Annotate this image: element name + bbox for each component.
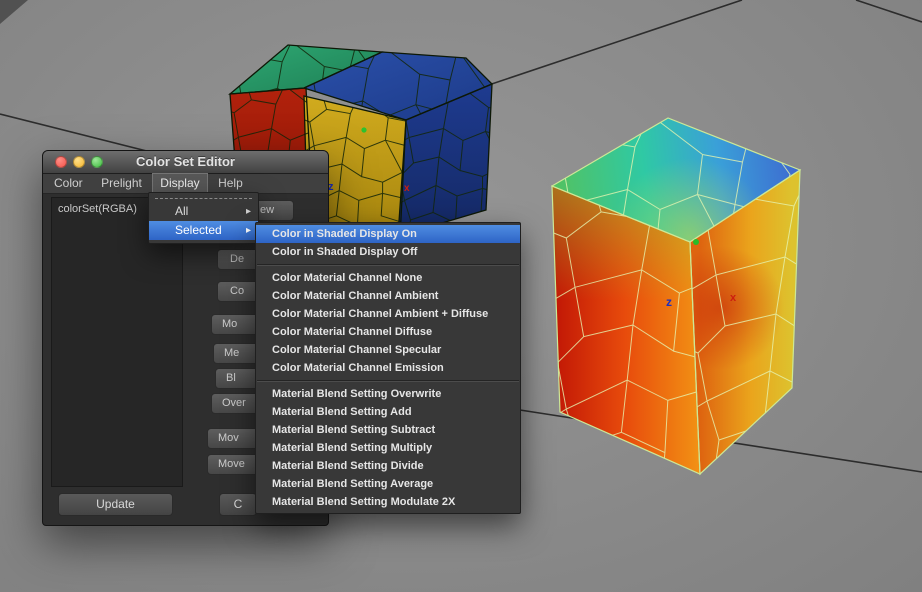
menu-item-blend-subtract[interactable]: Material Blend Setting Subtract	[256, 421, 520, 439]
viewport-corner-shade	[0, 0, 28, 24]
vertex-marker-green	[693, 239, 699, 245]
display-menu-item-all[interactable]: All ▸	[149, 202, 258, 221]
axis-x-marker: x	[730, 292, 737, 304]
menu-item-channel-ambient-diffuse[interactable]: Color Material Channel Ambient + Diffuse	[256, 305, 520, 323]
menu-item-channel-diffuse[interactable]: Color Material Channel Diffuse	[256, 323, 520, 341]
menu-help[interactable]: Help	[211, 174, 250, 193]
menu-separator	[257, 264, 519, 266]
menu-item-blend-overwrite[interactable]: Material Blend Setting Overwrite	[256, 385, 520, 403]
menu-item-color-shaded-display-off[interactable]: Color in Shaded Display Off	[256, 243, 520, 261]
new-button-partial[interactable]: ew	[258, 200, 294, 221]
menu-item-blend-divide[interactable]: Material Blend Setting Divide	[256, 457, 520, 475]
window-title: Color Set Editor	[136, 154, 235, 169]
grid-line	[855, 0, 922, 23]
menu-color[interactable]: Color	[47, 174, 90, 193]
menu-tearoff-handle[interactable]	[155, 198, 252, 199]
close-button-partial[interactable]: C	[219, 493, 257, 516]
window-titlebar[interactable]: Color Set Editor	[43, 151, 328, 174]
update-button[interactable]: Update	[58, 493, 173, 516]
axis-x-marker: x	[404, 183, 410, 194]
menu-item-channel-ambient[interactable]: Color Material Channel Ambient	[256, 287, 520, 305]
axis-z-label: z	[666, 295, 672, 309]
menu-display[interactable]: Display	[152, 173, 208, 194]
menu-item-channel-specular[interactable]: Color Material Channel Specular	[256, 341, 520, 359]
menu-item-blend-add[interactable]: Material Blend Setting Add	[256, 403, 520, 421]
display-menu: All ▸ Selected ▸	[148, 192, 259, 244]
window-menubar: Color Prelight Display Help	[43, 173, 328, 194]
selected-submenu: Color in Shaded Display On Color in Shad…	[255, 222, 521, 514]
menu-item-channel-emission[interactable]: Color Material Channel Emission	[256, 359, 520, 377]
menu-item-channel-none[interactable]: Color Material Channel None	[256, 269, 520, 287]
submenu-arrow-icon: ▸	[245, 206, 251, 217]
menu-item-blend-modulate-2x[interactable]: Material Blend Setting Modulate 2X	[256, 493, 520, 511]
menu-separator	[257, 380, 519, 382]
vertex-marker-green	[361, 127, 367, 133]
menu-item-blend-average[interactable]: Material Blend Setting Average	[256, 475, 520, 493]
menu-item-color-shaded-display-on[interactable]: Color in Shaded Display On	[256, 225, 520, 243]
maya-viewport[interactable]: z x z x Color Set Editor Color Prelight …	[0, 0, 922, 592]
menu-item-blend-multiply[interactable]: Material Blend Setting Multiply	[256, 439, 520, 457]
menu-item-label: All	[175, 204, 189, 218]
menu-item-label: Selected	[175, 223, 222, 237]
display-menu-item-selected[interactable]: Selected ▸	[149, 221, 258, 240]
menu-prelight[interactable]: Prelight	[94, 174, 149, 193]
submenu-arrow-icon: ▸	[245, 225, 251, 236]
right-cube[interactable]: z x	[537, 102, 922, 487]
